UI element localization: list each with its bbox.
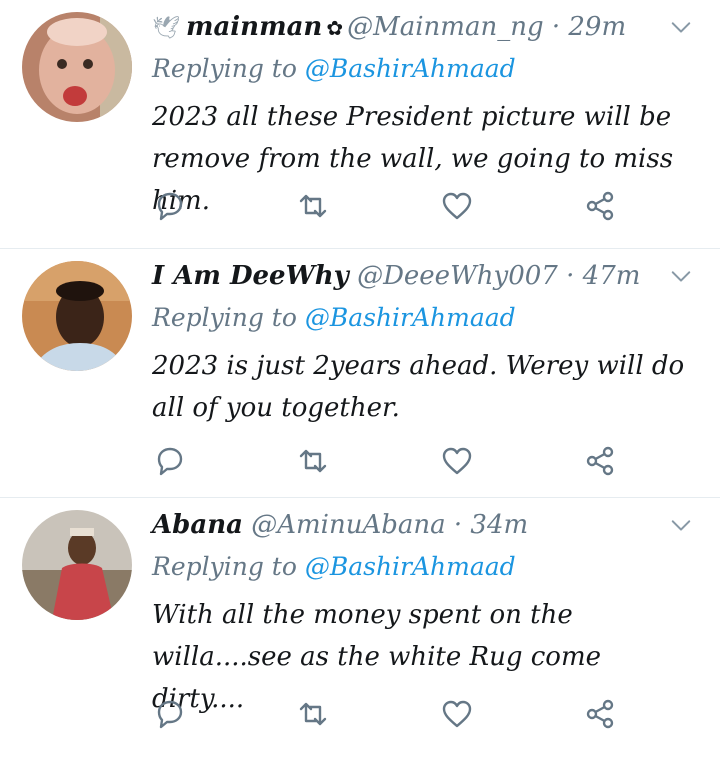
- timestamp[interactable]: 47m: [583, 261, 641, 291]
- reply-icon: [157, 700, 183, 729]
- retweet-button[interactable]: [295, 188, 331, 224]
- share-icon: [586, 191, 614, 221]
- chevron-down-icon[interactable]: [670, 265, 692, 287]
- replying-to: Replying to @BashirAhmaad: [152, 301, 516, 335]
- tweet[interactable]: I Am DeeWhy @DeeeWhy007 · 47m Replying t…: [0, 249, 720, 498]
- mention-link[interactable]: @BashirAhmaad: [305, 54, 516, 83]
- tweet-actions: [152, 443, 618, 479]
- reply-icon: [157, 192, 183, 221]
- separator: ·: [453, 510, 463, 540]
- like-icon: [442, 700, 471, 728]
- user-handle[interactable]: @AminuAbana: [251, 510, 445, 540]
- retweet-icon: [300, 702, 327, 726]
- avatar[interactable]: [22, 510, 132, 620]
- reply-button[interactable]: [152, 696, 188, 732]
- retweet-icon: [300, 449, 327, 473]
- timestamp[interactable]: 34m: [470, 510, 528, 540]
- tweet-text: 2023 is just 2years ahead. Werey will do…: [152, 351, 685, 423]
- like-icon: [442, 192, 471, 220]
- tweet[interactable]: 🕊 mainman ✿ @Mainman_ng · 29m Replying to @…: [0, 0, 720, 249]
- timestamp[interactable]: 29m: [568, 12, 626, 42]
- like-button[interactable]: [439, 188, 475, 224]
- replying-label: Replying to: [152, 54, 297, 83]
- replying-label: Replying to: [152, 303, 297, 332]
- mention-link[interactable]: @BashirAhmaad: [305, 552, 516, 581]
- share-button[interactable]: [582, 443, 618, 479]
- reply-icon: [157, 447, 183, 476]
- display-name[interactable]: mainman: [186, 12, 322, 42]
- tweet-actions: [152, 696, 618, 732]
- reply-button[interactable]: [152, 188, 188, 224]
- replying-label: Replying to: [152, 552, 297, 581]
- flower-badge-icon: ✿: [326, 16, 344, 40]
- mention-link[interactable]: @BashirAhmaad: [305, 303, 516, 332]
- chevron-down-icon[interactable]: [670, 514, 692, 536]
- tweet-header: Abana @AminuAbana · 34m: [152, 508, 660, 542]
- like-button[interactable]: [439, 696, 475, 732]
- user-handle[interactable]: @DeeeWhy007: [357, 261, 558, 291]
- share-button[interactable]: [582, 696, 618, 732]
- like-icon: [442, 447, 471, 475]
- tweet-actions: [152, 188, 618, 224]
- replying-to: Replying to @BashirAhmaad: [152, 550, 516, 584]
- like-button[interactable]: [439, 443, 475, 479]
- share-button[interactable]: [582, 188, 618, 224]
- dove-icon: 🕊: [152, 16, 180, 41]
- avatar[interactable]: [22, 261, 132, 371]
- tweet[interactable]: Abana @AminuAbana · 34m Replying to @Bas…: [0, 498, 720, 764]
- reply-button[interactable]: [152, 443, 188, 479]
- avatar[interactable]: [22, 12, 132, 122]
- separator: ·: [551, 12, 561, 42]
- separator: ·: [566, 261, 575, 291]
- retweet-button[interactable]: [295, 696, 331, 732]
- display-name[interactable]: Abana: [152, 510, 243, 540]
- share-icon: [586, 699, 614, 729]
- chevron-down-icon[interactable]: [670, 16, 692, 38]
- retweet-icon: [300, 194, 327, 218]
- user-handle[interactable]: @Mainman_ng: [347, 12, 543, 42]
- tweet-header: 🕊 mainman ✿ @Mainman_ng · 29m: [152, 10, 660, 46]
- retweet-button[interactable]: [295, 443, 331, 479]
- share-icon: [586, 446, 614, 476]
- tweet-header: I Am DeeWhy @DeeeWhy007 · 47m: [152, 259, 660, 293]
- replying-to: Replying to @BashirAhmaad: [152, 52, 516, 86]
- display-name[interactable]: I Am DeeWhy: [152, 261, 349, 291]
